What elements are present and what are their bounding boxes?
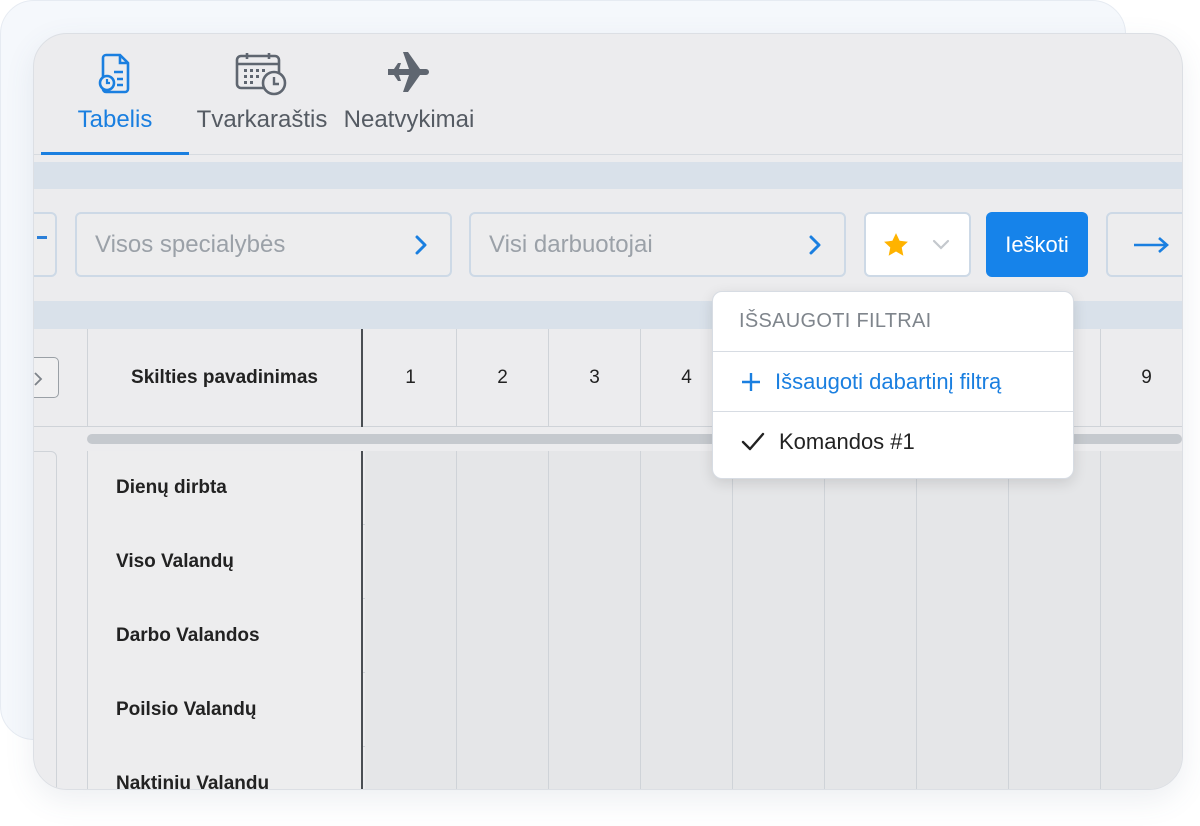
saved-filters-button[interactable]	[864, 212, 971, 277]
table-cell[interactable]	[365, 599, 457, 673]
day-header: 2	[457, 329, 549, 427]
table-cell[interactable]	[825, 525, 917, 599]
column-name-header: Skilties pavadinimas	[87, 329, 363, 427]
row-label: Dienų dirbta	[87, 451, 363, 525]
tab-neatvykimai[interactable]: Neatvykimai	[335, 34, 483, 155]
timesheet-doc-icon	[95, 52, 135, 101]
table-cell[interactable]	[1101, 451, 1182, 525]
airplane-icon	[386, 52, 432, 97]
specialties-filter[interactable]: Visos specialybės	[75, 212, 452, 277]
table-row: Viso Valandų	[87, 525, 1182, 599]
chevron-right-icon	[34, 372, 43, 386]
table-cell[interactable]	[917, 525, 1009, 599]
table-cell[interactable]	[917, 673, 1009, 747]
table-cell[interactable]	[549, 451, 641, 525]
expand-left-button[interactable]	[34, 357, 59, 398]
arrow-right-icon	[1134, 237, 1169, 253]
table-cell[interactable]	[457, 451, 549, 525]
tab-label: Tabelis	[77, 106, 153, 133]
table-cell[interactable]	[457, 525, 549, 599]
toolbar-strip	[34, 162, 1182, 189]
calendar-clock-icon	[235, 52, 289, 101]
table-cell[interactable]	[825, 673, 917, 747]
tab-bar: Tabelis Tvarkaraštis Neatvykimai	[34, 34, 1182, 155]
table-row: Darbo Valandos	[87, 599, 1182, 673]
left-panel-partial	[34, 451, 57, 789]
table-cell[interactable]	[365, 525, 457, 599]
tab-tabelis[interactable]: Tabelis	[41, 34, 189, 155]
chevron-right-icon	[415, 235, 427, 254]
saved-filter-item[interactable]: Komandos #1	[713, 412, 1073, 472]
search-button[interactable]: Ieškoti	[986, 212, 1088, 277]
table-cell[interactable]	[733, 673, 825, 747]
table-cell[interactable]	[1009, 599, 1101, 673]
table-cell[interactable]	[365, 747, 457, 789]
table-cell[interactable]	[917, 599, 1009, 673]
table-cell[interactable]	[733, 525, 825, 599]
employees-filter[interactable]: Visi darbuotojai	[469, 212, 846, 277]
table-cell[interactable]	[733, 747, 825, 789]
tab-label: Neatvykimai	[343, 106, 475, 133]
row-label: Darbo Valandos	[87, 599, 363, 673]
save-current-filter-label: Išsaugoti dabartinį filtrą	[775, 368, 1002, 394]
table-cell[interactable]	[641, 525, 733, 599]
day-header: 1	[365, 329, 457, 427]
table-cell[interactable]	[1101, 673, 1182, 747]
table-cell[interactable]	[1101, 525, 1182, 599]
table-cell[interactable]	[641, 673, 733, 747]
table-cell[interactable]	[733, 599, 825, 673]
plus-icon	[742, 372, 760, 391]
day-header: 3	[549, 329, 641, 427]
table-row: Poilsio Valandų	[87, 673, 1182, 747]
left-filter-partial[interactable]	[34, 212, 57, 277]
day-header: 9	[1101, 329, 1182, 427]
row-label: Viso Valandų	[87, 525, 363, 599]
row-label: Poilsio Valandų	[87, 673, 363, 747]
save-current-filter-item[interactable]: Išsaugoti dabartinį filtrą	[713, 352, 1073, 412]
table-cell[interactable]	[1009, 525, 1101, 599]
checkmark-icon	[741, 432, 765, 451]
row-label: Naktinių Valandų	[87, 747, 363, 789]
table-cell[interactable]	[1101, 747, 1182, 789]
app-window: Tabelis Tvarkaraštis Neatvykimai Visos s…	[33, 33, 1183, 790]
star-icon	[884, 233, 908, 256]
table-cell[interactable]	[641, 599, 733, 673]
arrow-icon	[37, 236, 47, 239]
table-cell[interactable]	[825, 599, 917, 673]
table-row: Naktinių Valandų	[87, 747, 1182, 789]
active-tab-indicator	[41, 152, 189, 155]
chevron-right-icon	[809, 235, 821, 254]
table-cell[interactable]	[365, 451, 457, 525]
saved-filter-label: Komandos #1	[779, 429, 915, 454]
chevron-down-icon	[932, 239, 950, 250]
table-cell[interactable]	[549, 599, 641, 673]
table-cell[interactable]	[549, 747, 641, 789]
employees-placeholder: Visi darbuotojai	[489, 230, 653, 258]
specialties-placeholder: Visos specialybės	[95, 230, 286, 258]
table-cell[interactable]	[549, 673, 641, 747]
table-cell[interactable]	[825, 747, 917, 789]
saved-filters-dropdown: IŠSAUGOTI FILTRAI Išsaugoti dabartinį fi…	[712, 291, 1074, 479]
table-cell[interactable]	[457, 599, 549, 673]
table-cell[interactable]	[917, 747, 1009, 789]
table-cell[interactable]	[365, 673, 457, 747]
table-cell[interactable]	[457, 747, 549, 789]
table-cell[interactable]	[549, 525, 641, 599]
tab-label: Tvarkaraštis	[196, 106, 328, 133]
table-cell[interactable]	[1009, 673, 1101, 747]
table-cell[interactable]	[457, 673, 549, 747]
next-button[interactable]	[1106, 212, 1182, 277]
table-cell[interactable]	[1101, 599, 1182, 673]
table-cell[interactable]	[1009, 747, 1101, 789]
table-cell[interactable]	[641, 747, 733, 789]
dropdown-header: IŠSAUGOTI FILTRAI	[713, 292, 1073, 352]
tab-tvarkarastis[interactable]: Tvarkaraštis	[189, 34, 335, 155]
